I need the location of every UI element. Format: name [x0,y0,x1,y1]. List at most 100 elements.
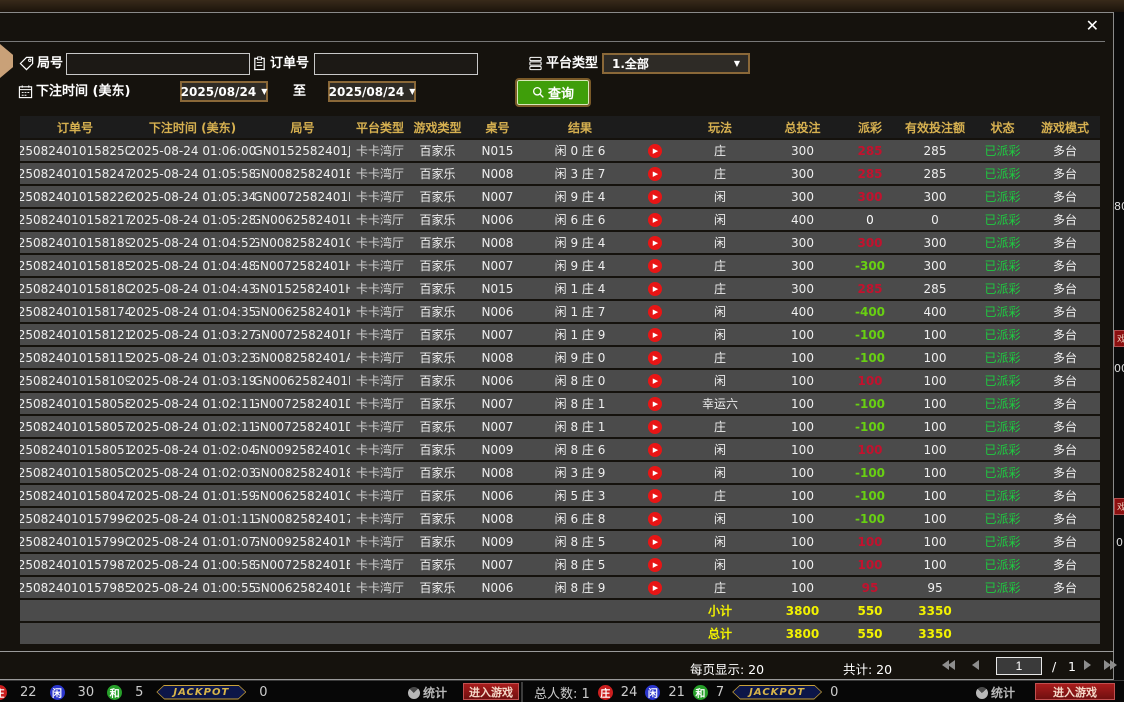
column-header: 玩法 [680,116,760,138]
result: 闲 9 庄 0 [530,347,630,368]
valid-bet: 100 [895,324,975,345]
total-bet: 100 [760,347,845,368]
payout: 100 [845,439,895,460]
play-type: 庄 [680,577,760,598]
bet-time: 2025-08-24 01:06:00 [130,140,255,161]
table-number: N007 [465,324,530,345]
play-video-button[interactable]: ▶ [630,531,680,552]
result: 闲 6 庄 6 [530,209,630,230]
round-number: GN0062582401K [255,301,350,322]
jackpot-count: 0 [259,685,267,700]
enter-game-button-right[interactable]: 进入游戏 [1035,683,1115,700]
play-icon: ▶ [648,351,662,365]
play-video-button[interactable]: ▶ [630,163,680,184]
valid-bet: 95 [895,577,975,598]
subtotal-row-cell: 3350 [895,600,975,621]
play-icon: ▶ [648,305,662,319]
order-number: 250824010158247 [20,163,130,184]
bet-time: 2025-08-24 01:00:55 [130,577,255,598]
total-count-label: 共计: 20 [843,659,892,678]
valid-bet: 0 [895,209,975,230]
close-icon[interactable]: ✕ [1086,16,1099,36]
valid-bet: 100 [895,439,975,460]
platform-type: 卡卡湾厅 [350,462,410,483]
payout: 285 [845,278,895,299]
play-video-button[interactable]: ▶ [630,209,680,230]
play-type: 闲 [680,531,760,552]
round-number: GN0072582401F [255,324,350,345]
play-video-button[interactable]: ▶ [630,347,680,368]
platform-type: 卡卡湾厅 [350,163,410,184]
play-icon: ▶ [648,213,662,227]
game-type: 百家乐 [410,485,465,506]
bet-time: 2025-08-24 01:01:59 [130,485,255,506]
result: 闲 8 庄 0 [530,370,630,391]
date-from-select[interactable]: 2025/08/24 ▼ [180,81,268,102]
total-row-cell: 550 [845,623,895,644]
total-row-cell [20,623,680,644]
bet-time: 2025-08-24 01:01:07 [130,531,255,552]
play-video-button[interactable]: ▶ [630,577,680,598]
play-video-button[interactable]: ▶ [630,393,680,414]
play-video-button[interactable]: ▶ [630,416,680,437]
column-header: 结果 [530,116,680,138]
play-icon: ▶ [648,328,662,342]
payout: 100 [845,370,895,391]
status: 已派彩 [975,209,1030,230]
play-video-button[interactable]: ▶ [630,554,680,575]
platform-type-select[interactable]: 1.全部 ▼ [602,53,750,74]
next-page-button[interactable] [1084,660,1091,670]
play-video-button[interactable]: ▶ [630,255,680,276]
date-to-select[interactable]: 2025/08/24 ▼ [328,81,416,102]
play-video-button[interactable]: ▶ [630,140,680,161]
order-number: 250824010158185 [20,255,130,276]
subtotal-row-cell: 小计 [680,600,760,621]
total-row-cell: 总计 [680,623,760,644]
play-video-button[interactable]: ▶ [630,301,680,322]
table-number: N006 [465,485,530,506]
stats-button-right[interactable]: 统计 [976,684,1015,701]
payout: -100 [845,508,895,529]
play-type: 庄 [680,140,760,161]
platform-type: 卡卡湾厅 [350,485,410,506]
play-video-button[interactable]: ▶ [630,485,680,506]
order-number: 250824010158121 [20,324,130,345]
play-type: 闲 [680,186,760,207]
order-number: 250824010158189 [20,232,130,253]
platform-type: 卡卡湾厅 [350,393,410,414]
order-number-input[interactable] [314,53,478,75]
play-video-button[interactable]: ▶ [630,370,680,391]
order-number: 250824010157996 [20,508,130,529]
order-number: 250824010158180 [20,278,130,299]
drawer-handle[interactable] [0,44,13,78]
game-mode: 多台 [1030,140,1100,161]
payout: -100 [845,324,895,345]
background-fragment: 80 [1114,200,1124,213]
play-video-button[interactable]: ▶ [630,462,680,483]
round-number-input[interactable] [66,53,250,75]
enter-game-button-left[interactable]: 进入游戏 [463,683,519,700]
last-page-button[interactable] [1104,660,1116,670]
play-video-button[interactable]: ▶ [630,324,680,345]
bet-time-label: 下注时间 (美东) [36,81,130,103]
prev-page-button[interactable] [972,660,979,670]
play-video-button[interactable]: ▶ [630,278,680,299]
query-button[interactable]: 查询 [517,80,589,105]
total-players-label: 总人数: 1 [534,683,590,702]
result: 闲 8 庄 5 [530,531,630,552]
total-bet: 100 [760,324,845,345]
stats-button-left[interactable]: 统计 [408,684,447,701]
play-video-button[interactable]: ▶ [630,232,680,253]
status: 已派彩 [975,508,1030,529]
play-video-button[interactable]: ▶ [630,186,680,207]
table-number: N008 [465,232,530,253]
total-bet: 100 [760,439,845,460]
first-page-button[interactable] [942,660,954,670]
total-bet: 100 [760,531,845,552]
play-video-button[interactable]: ▶ [630,508,680,529]
play-video-button[interactable]: ▶ [630,439,680,460]
bet-time: 2025-08-24 01:01:11 [130,508,255,529]
play-type: 闲 [680,209,760,230]
page-number-input[interactable] [996,657,1042,675]
result: 闲 5 庄 3 [530,485,630,506]
